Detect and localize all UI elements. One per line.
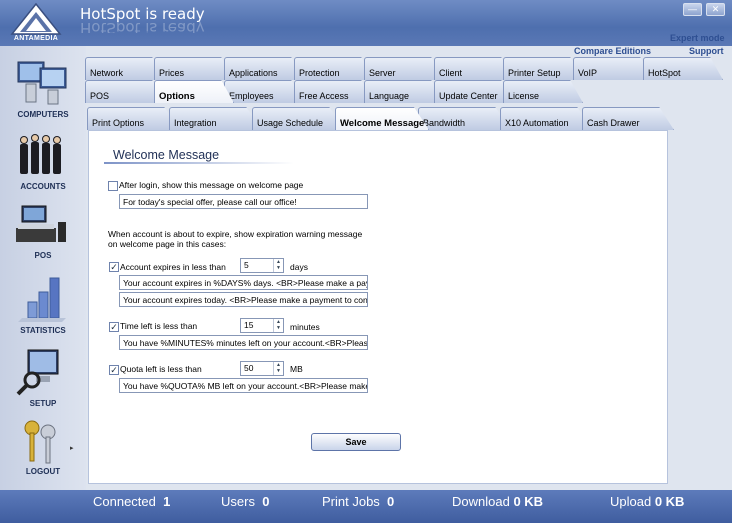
tab-options[interactable]: Options (154, 80, 234, 103)
sidebar-item-computers[interactable]: COMPUTERS (0, 58, 86, 128)
sidebar-item-pos[interactable]: POS (0, 204, 86, 274)
time-left-label: Time left is less than (120, 321, 198, 331)
account-expires-message1-input[interactable]: Your account expires in %DAYS% days. <BR… (119, 275, 368, 290)
support-link[interactable]: Support (689, 46, 724, 56)
status-bar: Connected 1 Users 0 Print Jobs 0 Downloa… (0, 490, 732, 523)
tab-hotspot[interactable]: HotSpot (643, 57, 723, 80)
sidebar-label: COMPUTERS (17, 110, 69, 119)
after-login-label: After login, show this message on welcom… (119, 180, 304, 190)
tab-protection[interactable]: Protection (294, 57, 374, 80)
sidebar-label: ACCOUNTS (20, 182, 66, 191)
tab-bandwidth[interactable]: Bandwidth (418, 107, 510, 130)
stepper-arrows-icon[interactable]: ▲ ▼ (273, 259, 283, 272)
status-users: Users 0 (221, 494, 270, 509)
quota-left-mb-value: 50 (244, 363, 254, 373)
account-expires-checkbox[interactable]: ✓ (109, 262, 119, 272)
status-print-jobs: Print Jobs 0 (322, 494, 395, 509)
tab-voip[interactable]: VoIP (573, 57, 653, 80)
account-expires-unit: days (290, 262, 308, 272)
expire-intro-line1: When account is about to expire, show ex… (108, 229, 363, 239)
tab-free-access[interactable]: Free Access (294, 80, 374, 103)
account-expires-days-value: 5 (244, 260, 249, 270)
time-left-unit: minutes (290, 322, 320, 332)
tab-prices[interactable]: Prices (154, 57, 234, 80)
quota-left-mb-stepper[interactable]: 50 ▲ ▼ (240, 361, 284, 376)
sidebar-label: POS (34, 251, 52, 260)
status-download: Download 0 KB (452, 494, 544, 509)
tab-pos[interactable]: POS (85, 80, 165, 103)
time-left-checkbox[interactable]: ✓ (109, 322, 119, 332)
expert-mode-link[interactable]: Expert mode (670, 33, 725, 43)
title-bar: ANTAMEDIA HotSpot is ready HotSpot is re… (0, 0, 732, 46)
account-expires-days-stepper[interactable]: 5 ▲ ▼ (240, 258, 284, 273)
account-expires-label: Account expires in less than (120, 262, 226, 272)
tab-network[interactable]: Network (85, 57, 165, 80)
tab-printer-setup[interactable]: Printer Setup (503, 57, 583, 80)
sidebar: COMPUTERS ACCOUNTS POS STATISTICS SETUP … (0, 46, 86, 490)
tab-client[interactable]: Client (434, 57, 514, 80)
accounts-icon (20, 134, 61, 174)
tab-employees[interactable]: Employees (224, 80, 304, 103)
time-left-minutes-value: 15 (244, 320, 254, 330)
status-upload: Upload 0 KB (610, 494, 685, 509)
title-underline (104, 162, 294, 164)
setup-icon (16, 349, 59, 396)
pos-icon (16, 205, 66, 242)
quota-left-checkbox[interactable]: ✓ (109, 365, 119, 375)
tab-update-center[interactable]: Update Center (434, 80, 514, 103)
computers-icon (17, 61, 67, 105)
close-button[interactable]: ✕ (706, 3, 725, 16)
tab-usage-schedule[interactable]: Usage Schedule (252, 107, 344, 130)
tab-language[interactable]: Language (364, 80, 444, 103)
sidebar-label: LOGOUT (25, 467, 61, 476)
statistics-icon (18, 277, 66, 322)
expire-intro-line2: on welcome page in this cases: (108, 239, 227, 249)
logout-arrow-icon: ▸ (70, 445, 74, 452)
minimize-button[interactable]: — (683, 3, 702, 16)
tab-cash-drawer[interactable]: Cash Drawer (582, 107, 674, 130)
time-left-message-input[interactable]: You have %MINUTES% minutes left on your … (119, 335, 368, 350)
tab-x10-automation[interactable]: X10 Automation (500, 107, 592, 130)
compare-editions-link[interactable]: Compare Editions (574, 46, 651, 56)
tab-server[interactable]: Server (364, 57, 444, 80)
keys-icon (24, 420, 56, 464)
time-left-minutes-stepper[interactable]: 15 ▲ ▼ (240, 318, 284, 333)
tab-applications[interactable]: Applications (224, 57, 304, 80)
save-button[interactable]: Save (311, 433, 401, 451)
sidebar-item-accounts[interactable]: ACCOUNTS (0, 132, 86, 202)
status-connected: Connected 1 (93, 494, 171, 509)
after-login-checkbox[interactable] (108, 181, 118, 191)
app-title-reflection: HotSpot is ready (80, 21, 205, 33)
tab-print-options[interactable]: Print Options (87, 107, 179, 130)
quota-left-message-input[interactable]: You have %QUOTA% MB left on your account… (119, 378, 368, 393)
sidebar-item-statistics[interactable]: STATISTICS (0, 272, 86, 342)
sidebar-label: STATISTICS (20, 326, 66, 335)
sidebar-item-setup[interactable]: SETUP (0, 346, 86, 416)
panel-title: Welcome Message (113, 148, 220, 162)
tab-license[interactable]: License (503, 80, 583, 103)
tab-integration[interactable]: Integration (169, 107, 261, 130)
quota-left-unit: MB (290, 364, 303, 374)
stepper-arrows-icon[interactable]: ▲ ▼ (273, 319, 283, 332)
antamedia-logo: ANTAMEDIA (8, 2, 64, 44)
logo-text: ANTAMEDIA (13, 35, 59, 42)
sidebar-label: SETUP (29, 399, 57, 408)
quota-left-label: Quota left is less than (120, 364, 202, 374)
sidebar-item-logout[interactable]: ▸ LOGOUT (0, 418, 86, 488)
stepper-arrows-icon[interactable]: ▲ ▼ (273, 362, 283, 375)
tab-welcome-message[interactable]: Welcome Message (335, 107, 429, 130)
after-login-message-input[interactable]: For today's special offer, please call o… (119, 194, 368, 209)
account-expires-message2-input[interactable]: Your account expires today. <BR>Please m… (119, 292, 368, 307)
